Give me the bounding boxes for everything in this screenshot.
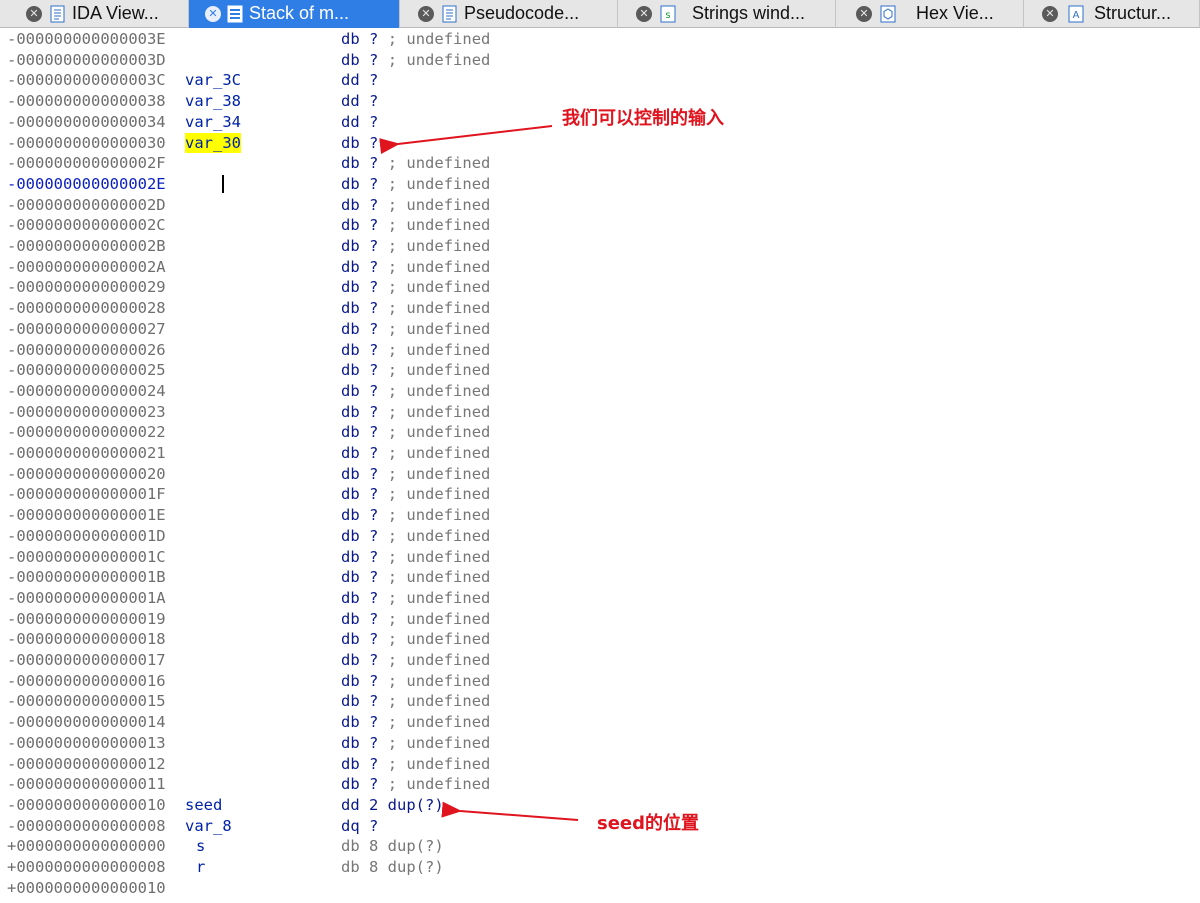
seed-annotation-label: seed的位置 (597, 813, 700, 834)
input-arrow (379, 125, 553, 155)
input-annotation-label: 我们可以控制的输入 (562, 108, 724, 129)
annotation-arrows (379, 125, 579, 821)
seed-arrow (441, 801, 579, 821)
